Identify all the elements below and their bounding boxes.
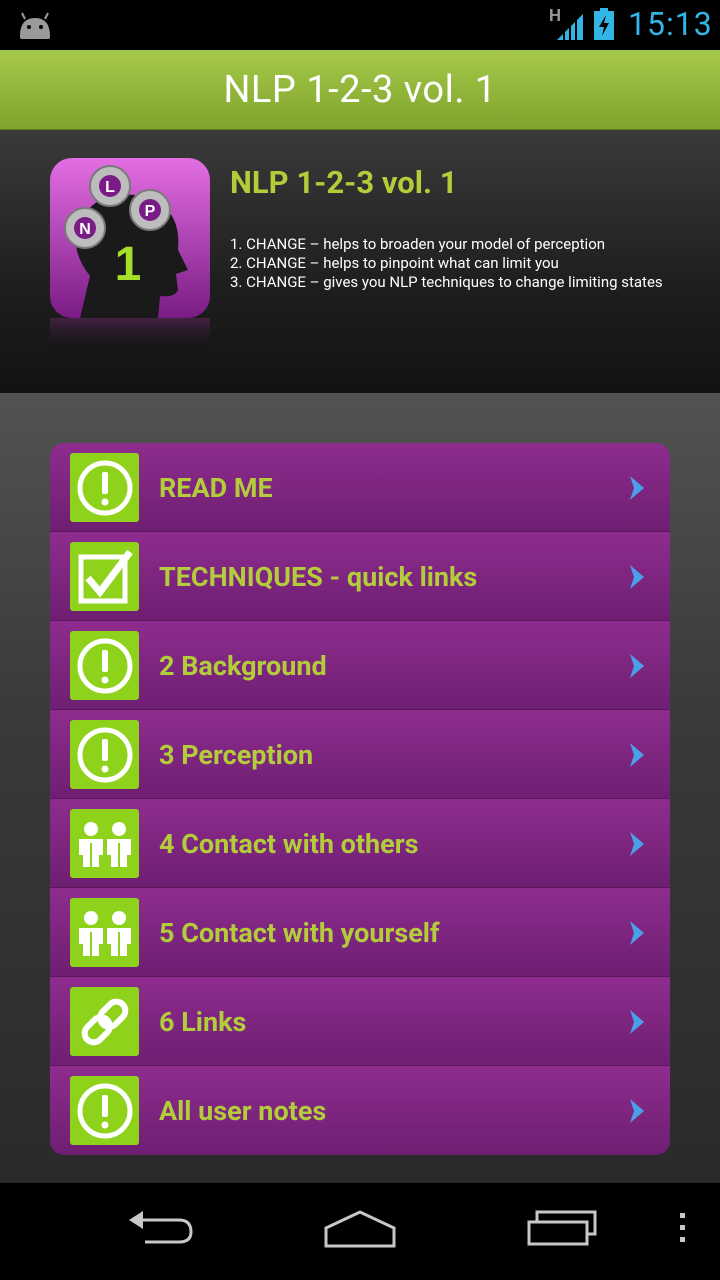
- menu-item-label: TECHNIQUES - quick links: [159, 560, 478, 593]
- app-header: L N P 1 NLP 1-2-3 vol. 1 1. CHANGE – hel…: [0, 130, 720, 393]
- logo-letter-p: P: [145, 203, 156, 220]
- menu-item-read-me[interactable]: READ ME: [50, 443, 670, 532]
- app-logo: L N P 1: [50, 158, 210, 358]
- chevron-right-icon: [630, 476, 644, 500]
- menu-item-label: 3 Perception: [159, 738, 314, 771]
- overflow-menu-button[interactable]: [662, 1203, 702, 1253]
- app-description: 1. CHANGE – helps to broaden your model …: [230, 235, 663, 292]
- back-icon: [129, 1211, 193, 1244]
- exclamation-icon: [70, 453, 139, 522]
- main-content: READ ME TECHNIQUES - quick links 2 Backg…: [0, 393, 720, 1183]
- logo-letter-l: L: [105, 179, 115, 196]
- description-line: 3. CHANGE – gives you NLP techniques to …: [230, 273, 663, 291]
- status-bar: H 15:13: [0, 0, 720, 50]
- menu-item-label: 2 Background: [159, 649, 327, 682]
- menu-item-label: 5 Contact with yourself: [159, 916, 440, 949]
- chevron-right-icon: [630, 654, 644, 678]
- logo-letter-n: N: [79, 221, 91, 238]
- action-bar: NLP 1-2-3 vol. 1: [0, 50, 720, 130]
- exclamation-icon: [70, 1076, 139, 1145]
- chevron-right-icon: [630, 921, 644, 945]
- status-clock: 15:13: [628, 5, 713, 43]
- menu-item-label: 4 Contact with others: [159, 827, 419, 860]
- recent-apps-icon: [527, 1210, 597, 1246]
- android-notification-icon: [20, 12, 50, 39]
- chevron-right-icon: [630, 1010, 644, 1034]
- chevron-right-icon: [630, 832, 644, 856]
- header-title: NLP 1-2-3 vol. 1: [230, 164, 458, 201]
- menu-item-techniques[interactable]: TECHNIQUES - quick links: [50, 532, 670, 621]
- home-button[interactable]: [315, 1203, 405, 1253]
- menu-item-links[interactable]: 6 Links: [50, 977, 670, 1066]
- chain-link-icon: [70, 987, 139, 1056]
- logo-number: 1: [115, 238, 142, 291]
- menu-item-perception[interactable]: 3 Perception: [50, 710, 670, 799]
- menu-item-contact-yourself[interactable]: 5 Contact with yourself: [50, 888, 670, 977]
- menu-item-label: READ ME: [159, 471, 273, 504]
- people-icon: [70, 809, 139, 878]
- chevron-right-icon: [630, 565, 644, 589]
- description-line: 1. CHANGE – helps to broaden your model …: [230, 235, 606, 253]
- menu-item-contact-others[interactable]: 4 Contact with others: [50, 799, 670, 888]
- app-title: NLP 1-2-3 vol. 1: [223, 67, 497, 112]
- menu-item-user-notes[interactable]: All user notes: [50, 1066, 670, 1155]
- recent-apps-button[interactable]: [518, 1203, 608, 1253]
- chevron-right-icon: [630, 1099, 644, 1123]
- people-icon: [70, 898, 139, 967]
- exclamation-icon: [70, 720, 139, 789]
- exclamation-icon: [70, 631, 139, 700]
- system-navigation-bar: [0, 1183, 720, 1280]
- chapter-menu: READ ME TECHNIQUES - quick links 2 Backg…: [50, 443, 670, 1155]
- description-line: 2. CHANGE – helps to pinpoint what can l…: [230, 254, 559, 272]
- menu-item-label: 6 Links: [159, 1005, 247, 1038]
- home-icon: [324, 1210, 396, 1248]
- signal-icon: [557, 14, 583, 40]
- menu-item-label: All user notes: [159, 1094, 327, 1127]
- more-vertical-icon: [680, 1213, 685, 1242]
- chevron-right-icon: [630, 743, 644, 767]
- menu-item-background[interactable]: 2 Background: [50, 621, 670, 710]
- battery-charging-icon: [594, 8, 614, 40]
- back-button[interactable]: [115, 1203, 205, 1253]
- checkbox-icon: [70, 542, 139, 611]
